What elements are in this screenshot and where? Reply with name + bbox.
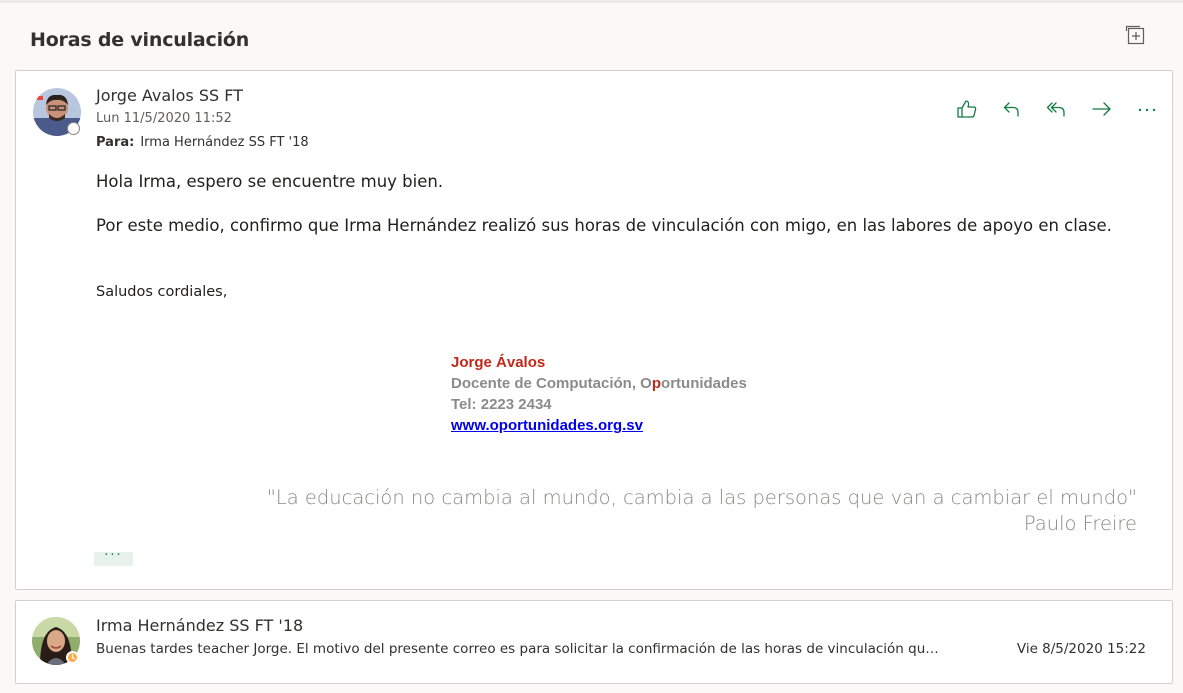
signature-phone: Tel: 2223 2434 (451, 396, 552, 413)
to-label: Para: (96, 135, 135, 150)
reply-icon[interactable] (989, 97, 1034, 121)
popout-icon[interactable] (1125, 25, 1145, 45)
presence-away-icon (66, 651, 79, 664)
message-date: Lun 11/5/2020 11:52 (96, 111, 232, 126)
reply-all-icon[interactable] (1034, 97, 1079, 121)
to-line: Para: Irma Hernández SS FT '18 (96, 135, 309, 150)
forward-icon[interactable] (1079, 97, 1124, 121)
quote-text: "La educación no cambia al mundo, cambia… (266, 486, 1137, 509)
sender-name[interactable]: Jorge Avalos SS FT (96, 86, 243, 105)
previous-sender-name: Irma Hernández SS FT '18 (96, 616, 304, 635)
signature-website-link[interactable]: www.oportunidades.org.sv (451, 417, 643, 434)
previous-message-date: Vie 8/5/2020 15:22 (1016, 641, 1146, 657)
top-border (0, 0, 1183, 3)
previous-message-card[interactable]: Irma Hernández SS FT '18 Buenas tardes t… (15, 600, 1173, 684)
closing-text: Saludos cordiales, (96, 284, 228, 300)
signature-title: Docente de Computación, Oportunidades (451, 375, 747, 392)
message-actions (944, 97, 1169, 121)
body-paragraph: Por este medio, confirmo que Irma Hernán… (96, 216, 1112, 235)
signature-quote: "La educación no cambia al mundo, cambia… (267, 485, 1137, 537)
message-card: Jorge Avalos SS FT Lun 11/5/2020 11:52 P… (15, 70, 1173, 590)
greeting-text: Hola Irma, espero se encuentre muy bien. (96, 172, 444, 191)
like-icon[interactable] (944, 97, 989, 121)
thread-subject: Horas de vinculación (30, 29, 250, 51)
presence-status-icon (67, 122, 80, 135)
quote-author: Paulo Freire (1023, 512, 1137, 535)
signature-name: Jorge Ávalos (451, 354, 546, 371)
email-signature: Jorge Ávalos Docente de Computación, Opo… (451, 352, 747, 436)
to-recipient[interactable]: Irma Hernández SS FT '18 (140, 135, 308, 150)
previous-message-preview: Buenas tardes teacher Jorge. El motivo d… (96, 641, 946, 657)
more-actions-icon[interactable] (1124, 97, 1169, 121)
show-more-button[interactable]: ··· (94, 549, 133, 566)
